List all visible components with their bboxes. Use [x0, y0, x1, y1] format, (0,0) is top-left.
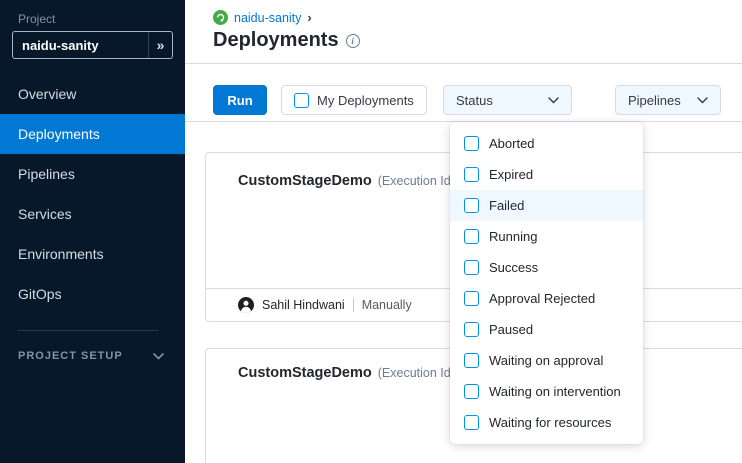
checkbox-icon[interactable] [464, 322, 479, 337]
status-option-label: Paused [489, 322, 533, 337]
chevron-right-icon [307, 11, 311, 24]
page-title: Deployments [213, 29, 339, 52]
deployments-page: Project naidu-sanity Overview Deployment… [0, 0, 742, 463]
expand-project-icon[interactable] [148, 32, 172, 58]
sidebar-item-environments[interactable]: Environments [0, 234, 185, 274]
status-option-aborted[interactable]: Aborted [450, 128, 643, 159]
project-setup-label: PROJECT SETUP [18, 350, 123, 362]
checkbox-icon[interactable] [464, 291, 479, 306]
deployments-module-icon [213, 10, 228, 25]
status-option-waiting-for-resources[interactable]: Waiting for resources [450, 407, 643, 438]
info-icon[interactable] [346, 34, 360, 48]
checkbox-icon[interactable] [464, 198, 479, 213]
checkbox-icon[interactable] [464, 136, 479, 151]
breadcrumb: naidu-sanity [213, 10, 312, 25]
author-name: Sahil Hindwani [262, 298, 345, 312]
my-deployments-toggle[interactable]: My Deployments [281, 85, 427, 115]
status-option-label: Approval Rejected [489, 291, 595, 306]
header-divider [185, 63, 742, 64]
status-option-approval-rejected[interactable]: Approval Rejected [450, 283, 643, 314]
sidebar-item-label: Pipelines [18, 166, 75, 182]
status-filter-label: Status [456, 93, 493, 108]
status-option-label: Failed [489, 198, 524, 213]
status-option-failed[interactable]: Failed [450, 190, 643, 221]
sidebar-item-deployments[interactable]: Deployments [0, 114, 185, 154]
status-option-label: Expired [489, 167, 533, 182]
pipelines-filter-label: Pipelines [628, 93, 681, 108]
project-name: naidu-sanity [13, 38, 148, 53]
breadcrumb-project-link[interactable]: naidu-sanity [234, 11, 301, 25]
status-option-label: Success [489, 260, 538, 275]
sidebar-item-pipelines[interactable]: Pipelines [0, 154, 185, 194]
pipeline-name: CustomStageDemo [238, 173, 372, 189]
checkbox-icon[interactable] [464, 167, 479, 182]
status-filter-dropdown[interactable]: Status [443, 85, 572, 115]
my-deployments-checkbox[interactable] [294, 93, 309, 108]
sidebar-item-overview[interactable]: Overview [0, 74, 185, 114]
status-option-label: Waiting for resources [489, 415, 611, 430]
sidebar-item-label: Environments [18, 246, 104, 262]
status-option-waiting-on-intervention[interactable]: Waiting on intervention [450, 376, 643, 407]
status-option-running[interactable]: Running [450, 221, 643, 252]
checkbox-icon[interactable] [464, 415, 479, 430]
trigger-type: Manually [362, 298, 412, 312]
status-option-success[interactable]: Success [450, 252, 643, 283]
my-deployments-label: My Deployments [317, 93, 414, 108]
chevron-down-icon [153, 353, 164, 360]
status-option-paused[interactable]: Paused [450, 314, 643, 345]
sidebar: Project naidu-sanity Overview Deployment… [0, 0, 185, 463]
sidebar-item-gitops[interactable]: GitOps [0, 274, 185, 314]
checkbox-icon[interactable] [464, 260, 479, 275]
run-button[interactable]: Run [213, 85, 267, 115]
status-dropdown-menu: Aborted Expired Failed Running Success A… [450, 122, 643, 444]
checkbox-icon[interactable] [464, 229, 479, 244]
pipeline-name: CustomStageDemo [238, 365, 372, 381]
sidebar-divider [18, 330, 158, 331]
footer-divider [353, 298, 354, 312]
checkbox-icon[interactable] [464, 384, 479, 399]
sidebar-item-label: Services [18, 206, 72, 222]
status-option-expired[interactable]: Expired [450, 159, 643, 190]
sidebar-item-project-setup[interactable]: PROJECT SETUP [18, 350, 164, 362]
status-option-label: Waiting on approval [489, 353, 603, 368]
title-row: Deployments [213, 29, 360, 52]
sidebar-item-label: Deployments [18, 126, 100, 142]
project-selector[interactable]: naidu-sanity [12, 31, 173, 59]
sidebar-item-label: GitOps [18, 286, 62, 302]
sidebar-item-label: Overview [18, 86, 76, 102]
sidebar-item-services[interactable]: Services [0, 194, 185, 234]
status-option-label: Running [489, 229, 537, 244]
chevron-down-icon [548, 97, 559, 104]
execution-card-title-row: CustomStageDemo (Execution Id [238, 173, 451, 189]
chevron-down-icon [697, 97, 708, 104]
project-label: Project [18, 12, 55, 26]
status-option-waiting-on-approval[interactable]: Waiting on approval [450, 345, 643, 376]
execution-card-title-row: CustomStageDemo (Execution Id [238, 365, 451, 381]
execution-id-text: (Execution Id [378, 366, 451, 380]
avatar [238, 297, 254, 313]
execution-id-text: (Execution Id [378, 174, 451, 188]
pipelines-filter-dropdown[interactable]: Pipelines [615, 85, 721, 115]
status-option-label: Aborted [489, 136, 535, 151]
status-option-label: Waiting on intervention [489, 384, 621, 399]
checkbox-icon[interactable] [464, 353, 479, 368]
